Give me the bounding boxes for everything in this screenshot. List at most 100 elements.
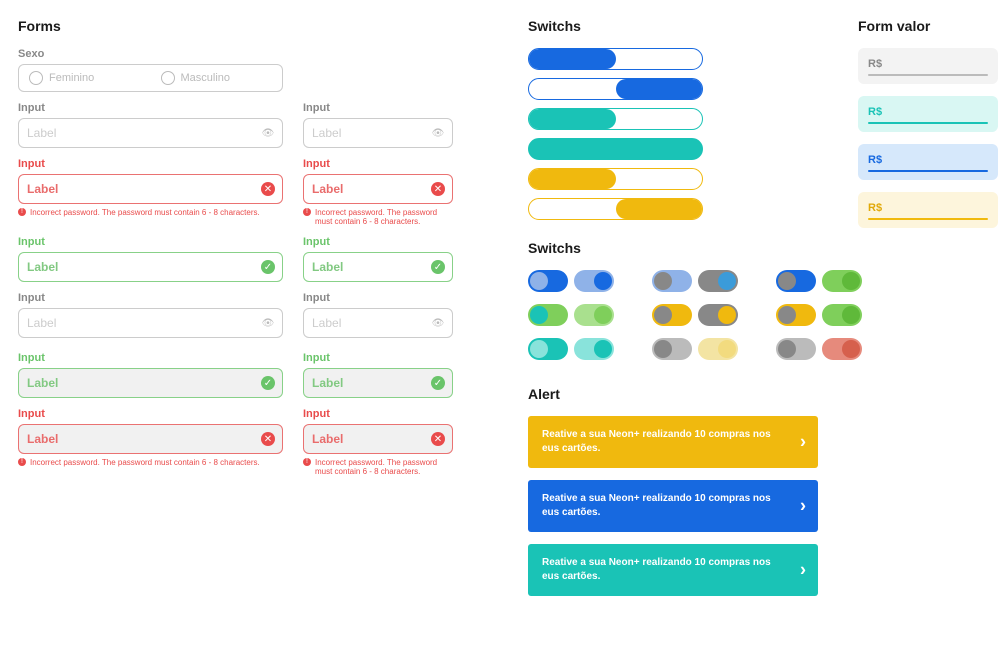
switch-thumb — [718, 272, 736, 290]
valor-underline — [868, 170, 988, 172]
alert-text: Reative a sua Neon+ realizando 10 compra… — [542, 429, 771, 454]
radio-masculino[interactable]: Masculino — [151, 65, 283, 91]
valor-currency: R$ — [868, 106, 882, 118]
switch-blue-gray-off[interactable] — [652, 270, 692, 292]
error-message: ! Incorrect password. The password must … — [18, 208, 283, 217]
text-input-disabled-success — [18, 368, 283, 398]
switch-blue-gray-on[interactable] — [698, 270, 738, 292]
radio-icon — [29, 71, 43, 85]
eye-icon[interactable]: 👁 — [261, 126, 275, 140]
slider-teal-left[interactable] — [528, 108, 703, 130]
switch-green-on[interactable] — [822, 270, 862, 292]
alert-text: Reative a sua Neon+ realizando 10 compra… — [542, 557, 771, 582]
input-label: Input — [303, 292, 453, 304]
error-icon: ✕ — [261, 432, 275, 446]
switch-yellow-gray-on[interactable] — [698, 304, 738, 326]
switch-teal-on[interactable] — [574, 338, 614, 360]
success-icon: ✓ — [261, 260, 275, 274]
slider-yellow-left[interactable] — [528, 168, 703, 190]
switch-thumb — [594, 306, 612, 324]
input-label-success: Input — [303, 352, 453, 364]
eye-icon[interactable]: 👁 — [261, 316, 275, 330]
input-label-success: Input — [18, 352, 283, 364]
valor-currency: R$ — [868, 154, 882, 166]
switch-thumb — [778, 340, 796, 358]
valor-input-default[interactable]: R$ — [858, 48, 998, 84]
switch-gray-off[interactable] — [652, 338, 692, 360]
switch-red-on[interactable] — [822, 338, 862, 360]
switch-lightyellow-on[interactable] — [698, 338, 738, 360]
switch-thumb — [530, 306, 548, 324]
text-input[interactable] — [18, 118, 283, 148]
valor-input-yellow[interactable]: R$ — [858, 192, 998, 228]
radio-label: Masculino — [181, 72, 231, 84]
text-input-error[interactable] — [18, 174, 283, 204]
slider-blue-left[interactable] — [528, 48, 703, 70]
slider-switches — [528, 48, 838, 220]
switch-grid — [528, 270, 838, 360]
success-icon: ✓ — [431, 260, 445, 274]
radio-feminino[interactable]: Feminino — [19, 65, 151, 91]
error-icon: ✕ — [431, 432, 445, 446]
valor-currency: R$ — [868, 58, 882, 70]
input-label-error: Input — [303, 408, 453, 420]
chevron-right-icon: › — [800, 493, 806, 518]
alert-yellow[interactable]: Reative a sua Neon+ realizando 10 compra… — [528, 416, 818, 468]
error-dot-icon: ! — [18, 208, 26, 216]
valor-input-blue[interactable]: R$ — [858, 144, 998, 180]
switch-thumb — [718, 306, 736, 324]
input-label-success: Input — [303, 236, 453, 248]
slider-yellow-right[interactable] — [528, 198, 703, 220]
success-icon: ✓ — [261, 376, 275, 390]
switch-green-on-2[interactable] — [822, 304, 862, 326]
chevron-right-icon: › — [800, 557, 806, 582]
switch-green-on[interactable] — [574, 304, 614, 326]
valor-underline — [868, 122, 988, 124]
switch-blue-off[interactable] — [528, 270, 568, 292]
valor-currency: R$ — [868, 202, 882, 214]
eye-icon[interactable]: 👁 — [431, 126, 445, 140]
switch-thumb — [594, 340, 612, 358]
switchs-title-2: Switchs — [528, 240, 838, 256]
switch-thumb — [842, 272, 860, 290]
valor-input-teal[interactable]: R$ — [858, 96, 998, 132]
alert-title: Alert — [528, 386, 838, 402]
switch-yellow-off-2[interactable] — [776, 304, 816, 326]
input-label: Input — [303, 102, 453, 114]
switch-thumb — [654, 272, 672, 290]
valor-underline — [868, 218, 988, 220]
error-icon: ✕ — [261, 182, 275, 196]
alert-teal[interactable]: Reative a sua Neon+ realizando 10 compra… — [528, 544, 818, 596]
switch-green-off[interactable] — [528, 304, 568, 326]
error-dot-icon: ! — [303, 208, 311, 216]
switch-blue-on[interactable] — [574, 270, 614, 292]
input-label: Input — [18, 102, 283, 114]
switch-red-off[interactable] — [776, 338, 816, 360]
eye-icon[interactable]: 👁 — [431, 316, 445, 330]
error-dot-icon: ! — [18, 458, 26, 466]
alert-blue[interactable]: Reative a sua Neon+ realizando 10 compra… — [528, 480, 818, 532]
input-label-success: Input — [18, 236, 283, 248]
sexo-radio-group[interactable]: Feminino Masculino — [18, 64, 283, 92]
switch-blue-green-off[interactable] — [776, 270, 816, 292]
slider-blue-right[interactable] — [528, 78, 703, 100]
switch-thumb — [778, 306, 796, 324]
switchs-title: Switchs — [528, 18, 838, 34]
switch-thumb — [654, 340, 672, 358]
error-dot-icon: ! — [303, 458, 311, 466]
text-input[interactable] — [18, 308, 283, 338]
success-icon: ✓ — [431, 376, 445, 390]
switch-thumb — [842, 306, 860, 324]
slider-teal-full[interactable] — [528, 138, 703, 160]
sexo-label: Sexo — [18, 48, 283, 60]
error-icon: ✕ — [431, 182, 445, 196]
text-input-success[interactable] — [18, 252, 283, 282]
form-valor-title: Form valor — [858, 18, 998, 34]
error-message: ! Incorrect password. The password must … — [303, 208, 453, 226]
switch-teal-off[interactable] — [528, 338, 568, 360]
switch-thumb — [778, 272, 796, 290]
switch-yellow-off[interactable] — [652, 304, 692, 326]
text-input-disabled-error — [18, 424, 283, 454]
switch-thumb — [718, 340, 736, 358]
forms-title: Forms — [18, 18, 508, 34]
